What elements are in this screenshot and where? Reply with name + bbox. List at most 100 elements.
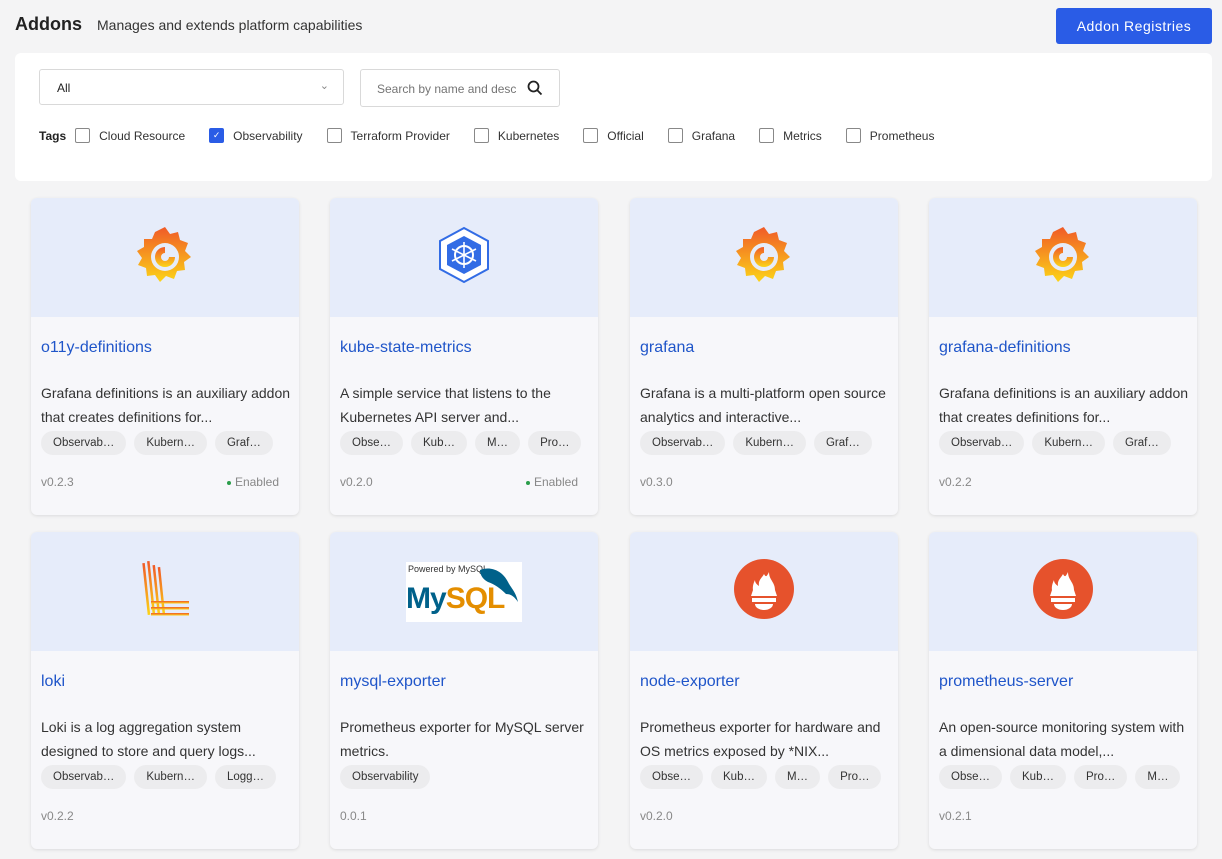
tag-pill: Kub… xyxy=(411,431,467,455)
addon-logo xyxy=(330,198,598,317)
addon-card[interactable]: prometheus-server An open-source monitor… xyxy=(929,532,1197,849)
grafana-icon xyxy=(733,223,795,292)
addon-name-link[interactable]: prometheus-server xyxy=(939,673,1073,691)
tag-label: Metrics xyxy=(783,128,822,143)
tag-pill: Pro… xyxy=(828,765,882,789)
checkbox[interactable] xyxy=(583,128,599,143)
addon-card[interactable]: grafana-definitions Grafana definitions … xyxy=(929,198,1197,515)
status-dot-icon xyxy=(226,480,231,485)
tags-label: Tags xyxy=(39,128,67,143)
prometheus-icon xyxy=(1032,558,1094,625)
tag-label: Kubernetes xyxy=(497,128,560,143)
addon-logo xyxy=(630,198,898,317)
search-icon[interactable] xyxy=(527,80,543,101)
grafana-icon xyxy=(1032,223,1094,292)
registry-select-value: All xyxy=(57,81,71,95)
addon-logo: Powered by MySQL MySQL xyxy=(330,532,598,651)
checkbox[interactable] xyxy=(667,128,683,143)
tag-pill: Kub… xyxy=(1010,765,1066,789)
checkbox[interactable] xyxy=(75,128,91,143)
tag-checkbox-official[interactable]: Official xyxy=(583,128,644,143)
addon-name-link[interactable]: mysql-exporter xyxy=(340,673,446,691)
checkbox[interactable] xyxy=(759,128,775,143)
addon-tags: Obse… Kub… M… Pro… xyxy=(640,765,882,789)
addon-card[interactable]: loki Loki is a log aggregation system de… xyxy=(31,532,299,849)
addon-card[interactable]: Powered by MySQL MySQL mysql-exporter Pro… xyxy=(330,532,598,849)
addon-name-link[interactable]: grafana xyxy=(640,339,694,357)
addon-version: v0.2.0 xyxy=(340,475,373,489)
loki-icon xyxy=(137,557,193,626)
status-badge: Enabled xyxy=(525,475,578,489)
tag-pill: Observab… xyxy=(640,431,726,455)
addon-description: An open-source monitoring system with a … xyxy=(939,719,1185,759)
checkbox[interactable]: ✓ xyxy=(209,128,225,143)
addon-card[interactable]: kube-state-metrics A simple service that… xyxy=(330,198,598,515)
tag-pill: Observab… xyxy=(939,431,1025,455)
addon-name-link[interactable]: loki xyxy=(41,673,65,691)
addon-card[interactable]: node-exporter Prometheus exporter for ha… xyxy=(630,532,898,849)
status-badge: Enabled xyxy=(226,475,279,489)
page-header: Addons Manages and extends platform capa… xyxy=(15,14,362,35)
tag-pill: Kubern… xyxy=(1032,431,1105,455)
tag-filter: Tags Cloud Resource ✓ Observability Terrafo… xyxy=(39,128,958,143)
addon-registries-button[interactable]: Addon Registries xyxy=(1056,8,1212,44)
tag-pill: Pro… xyxy=(1073,765,1128,789)
tag-label: Grafana xyxy=(691,128,736,143)
page-subtitle: Manages and extends platform capabilitie… xyxy=(97,17,363,33)
addon-tags: Observability xyxy=(340,765,431,789)
addon-tags: Obse… Kub… M… Pro… xyxy=(340,431,582,455)
addon-description: Prometheus exporter for MySQL server met… xyxy=(340,719,584,759)
addon-name-link[interactable]: grafana-definitions xyxy=(939,339,1071,357)
tag-pill: Obse… xyxy=(939,765,1002,789)
addon-card[interactable]: o11y-definitions Grafana definitions is … xyxy=(31,198,299,515)
tag-checkbox-grafana[interactable]: Grafana xyxy=(667,128,736,143)
tag-pill: Kubern… xyxy=(134,765,207,789)
addon-version: v0.2.2 xyxy=(939,475,972,489)
tag-checkbox-terraform-provider[interactable]: Terraform Provider xyxy=(326,128,450,143)
addon-version: v0.2.0 xyxy=(640,809,673,823)
tag-label: Terraform Provider xyxy=(350,128,450,143)
addon-tags: Observab… Kubern… Logg… xyxy=(41,765,277,789)
addon-name-link[interactable]: o11y-definitions xyxy=(41,339,152,357)
addon-logo xyxy=(929,198,1197,317)
addon-tags: Observab… Kubern… Graf… xyxy=(41,431,273,455)
tag-checkbox-cloud-resource[interactable]: Cloud Resource xyxy=(75,128,185,143)
addon-card[interactable]: grafana Grafana is a multi-platform open… xyxy=(630,198,898,515)
tag-pill: Obse… xyxy=(640,765,703,789)
tag-pill: Kubern… xyxy=(134,431,207,455)
addon-description: Grafana definitions is an auxiliary addo… xyxy=(41,385,291,425)
addon-version: v0.3.0 xyxy=(640,475,673,489)
page-title: Addons xyxy=(15,14,82,34)
tag-pill: Obse… xyxy=(340,431,403,455)
tag-checkbox-kubernetes[interactable]: Kubernetes xyxy=(473,128,560,143)
addon-description: Grafana is a multi-platform open source … xyxy=(640,385,886,425)
tag-label: Observability xyxy=(233,128,303,143)
kubernetes-icon xyxy=(437,226,491,289)
tag-pill: Logg… xyxy=(214,765,277,789)
search-box[interactable] xyxy=(360,69,560,107)
registry-select[interactable]: All ⌄ xyxy=(39,69,344,105)
addon-version: v0.2.1 xyxy=(939,809,972,823)
tag-pill: Pro… xyxy=(528,431,582,455)
search-input[interactable] xyxy=(377,82,517,96)
status-text: Enabled xyxy=(533,475,578,489)
checkbox[interactable] xyxy=(473,128,489,143)
checkbox[interactable] xyxy=(845,128,861,143)
tag-label: Prometheus xyxy=(869,128,935,143)
addon-name-link[interactable]: node-exporter xyxy=(640,673,740,691)
checkbox[interactable] xyxy=(326,128,342,143)
addon-tags: Obse… Kub… Pro… M… xyxy=(939,765,1181,789)
tag-checkbox-prometheus[interactable]: Prometheus xyxy=(845,128,935,143)
addon-name-link[interactable]: kube-state-metrics xyxy=(340,339,472,357)
tag-pill: Observab… xyxy=(41,431,127,455)
tag-checkbox-metrics[interactable]: Metrics xyxy=(759,128,822,143)
tag-checkbox-observability[interactable]: ✓ Observability xyxy=(209,128,303,143)
chevron-down-icon: ⌄ xyxy=(319,80,329,92)
grafana-icon xyxy=(134,223,196,292)
tag-pill: Observability xyxy=(340,765,431,789)
addon-tags: Observab… Kubern… Graf… xyxy=(939,431,1171,455)
tag-pill: Kub… xyxy=(711,765,767,789)
addon-logo xyxy=(630,532,898,651)
status-dot-icon xyxy=(525,480,530,485)
tag-pill: M… xyxy=(474,431,521,455)
